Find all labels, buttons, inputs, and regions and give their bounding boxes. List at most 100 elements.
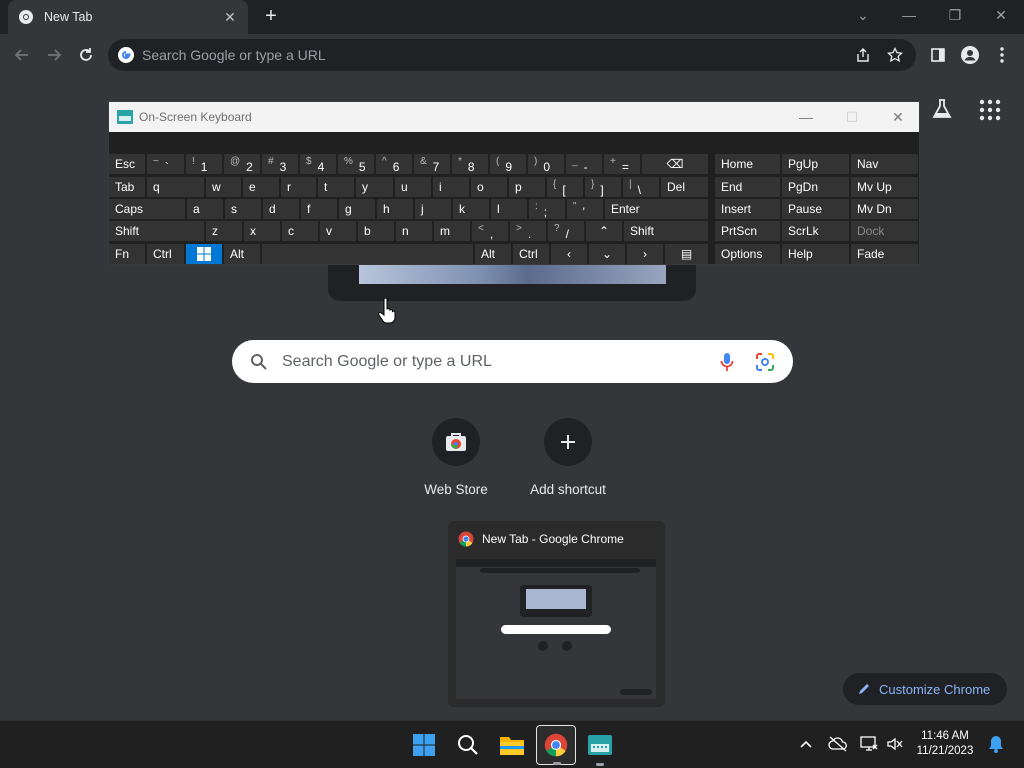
forward-button[interactable] [42, 43, 66, 67]
key-f[interactable]: f [301, 199, 338, 219]
restore-button[interactable]: ❐ [932, 0, 978, 30]
key-2[interactable]: @2 [224, 154, 261, 174]
key-q[interactable]: q [147, 177, 205, 197]
cloud-offline-icon[interactable] [827, 733, 849, 755]
key-a[interactable]: a [187, 199, 224, 219]
voice-search-icon[interactable] [715, 350, 739, 374]
start-windows-icon[interactable] [404, 725, 444, 765]
key-l[interactable]: l [491, 199, 528, 219]
tab-search-icon[interactable]: ⌄ [840, 0, 886, 30]
key-o[interactable]: o [471, 177, 508, 197]
labs-flask-icon[interactable] [930, 97, 954, 121]
chrome-taskbar-icon[interactable] [536, 725, 576, 765]
key-nav[interactable]: Nav [851, 154, 919, 174]
key-8[interactable]: * 8 [452, 154, 489, 174]
key-shift[interactable]: Shift [624, 221, 709, 241]
key-tab[interactable]: Tab [109, 177, 146, 197]
key-symbol[interactable]: ? / [548, 221, 585, 241]
key-e[interactable]: e [243, 177, 280, 197]
key-5[interactable]: % 5 [338, 154, 375, 174]
key-x[interactable]: x [244, 221, 281, 241]
close-window-button[interactable]: ✕ [978, 0, 1024, 30]
key-backspace[interactable]: ⌫ [642, 154, 709, 174]
key-mv-dn[interactable]: Mv Dn [851, 199, 919, 219]
key-k[interactable]: k [453, 199, 490, 219]
key-del[interactable]: Del [661, 177, 709, 197]
key-menu[interactable]: ▤ [665, 244, 709, 264]
key-p[interactable]: p [509, 177, 546, 197]
key-symbol[interactable]: :; [529, 199, 566, 219]
key-3[interactable]: #3 [262, 154, 299, 174]
system-clock[interactable]: 11:46 AM 11/21/2023 [914, 729, 976, 759]
key-symbol[interactable]: <, [472, 221, 509, 241]
key-left-arrow[interactable]: ‹ [551, 244, 588, 264]
key-insert[interactable]: Insert [715, 199, 781, 219]
key-9[interactable]: (9 [490, 154, 527, 174]
key-fn[interactable]: Fn [109, 244, 146, 264]
ntp-search-box[interactable]: Search Google or type a URL [232, 340, 793, 383]
key-m[interactable]: m [434, 221, 471, 241]
key-g[interactable]: g [339, 199, 376, 219]
key-symbol[interactable]: {[ [547, 177, 584, 197]
key-right-arrow[interactable]: › [627, 244, 664, 264]
key-c[interactable]: c [282, 221, 319, 241]
profile-icon[interactable] [958, 43, 982, 67]
key-n[interactable]: n [396, 221, 433, 241]
file-explorer-icon[interactable] [492, 725, 532, 765]
key-shift[interactable]: Shift [109, 221, 205, 241]
key-pgup[interactable]: PgUp [782, 154, 850, 174]
shortcut-web-store[interactable]: Web Store [400, 418, 512, 497]
menu-kebab-icon[interactable] [990, 43, 1014, 67]
osk-taskbar-icon[interactable] [580, 725, 620, 766]
side-panel-icon[interactable] [926, 43, 950, 67]
key-7[interactable]: & 7 [414, 154, 451, 174]
key-down-arrow[interactable]: ⌄ [589, 244, 626, 264]
key-esc[interactable]: Esc [109, 154, 146, 174]
key-windows[interactable] [186, 244, 223, 264]
volume-muted-icon[interactable] [884, 733, 906, 755]
key-v[interactable]: v [320, 221, 357, 241]
osk-maximize-button[interactable]: ☐ [829, 102, 875, 132]
key-z[interactable]: z [206, 221, 243, 241]
taskbar-thumbnail-preview[interactable]: New Tab - Google Chrome [448, 521, 665, 707]
key-y[interactable]: y [356, 177, 394, 197]
key-j[interactable]: j [415, 199, 452, 219]
osk-close-button[interactable]: ✕ [875, 102, 921, 132]
key-options[interactable]: Options [715, 244, 781, 264]
key-prtscn[interactable]: PrtScn [715, 221, 781, 241]
key-caps[interactable]: Caps [109, 199, 186, 219]
key-scrlk[interactable]: ScrLk [782, 221, 850, 241]
key-fade[interactable]: Fade [851, 244, 919, 264]
key-enter[interactable]: Enter [605, 199, 709, 219]
key-up-arrow[interactable]: ⌃ [586, 221, 623, 241]
key-alt[interactable]: Alt [475, 244, 512, 264]
key-symbol[interactable]: _ - [566, 154, 603, 174]
osk-minimize-button[interactable]: — [783, 102, 829, 132]
taskbar-search-icon[interactable] [448, 725, 488, 765]
key-pause[interactable]: Pause [782, 199, 850, 219]
key-b[interactable]: b [358, 221, 395, 241]
google-apps-icon[interactable] [979, 99, 1001, 121]
key-symbol[interactable]: | \ [623, 177, 660, 197]
key-mv-up[interactable]: Mv Up [851, 177, 919, 197]
show-hidden-icons-chevron-icon[interactable] [795, 733, 817, 755]
key-d[interactable]: d [263, 199, 300, 219]
reload-button[interactable] [74, 43, 98, 67]
minimize-button[interactable]: — [886, 0, 932, 30]
key-symbol[interactable]: }] [585, 177, 622, 197]
key-symbol[interactable]: + = [604, 154, 641, 174]
notification-bell-icon[interactable] [985, 733, 1007, 755]
key-symbol[interactable]: >. [510, 221, 547, 241]
tab-new-tab[interactable]: New Tab ✕ [8, 0, 248, 34]
key-t[interactable]: t [318, 177, 355, 197]
key-h[interactable]: h [377, 199, 414, 219]
customize-chrome-button[interactable]: Customize Chrome [843, 673, 1007, 705]
key-symbol[interactable]: " ' [567, 199, 604, 219]
key-home[interactable]: Home [715, 154, 781, 174]
key-pgdn[interactable]: PgDn [782, 177, 850, 197]
key-1[interactable]: ! 1 [186, 154, 223, 174]
key-end[interactable]: End [715, 177, 781, 197]
key-0[interactable]: ) 0 [528, 154, 565, 174]
key-dock[interactable]: Dock [851, 221, 919, 241]
back-button[interactable] [10, 43, 34, 67]
